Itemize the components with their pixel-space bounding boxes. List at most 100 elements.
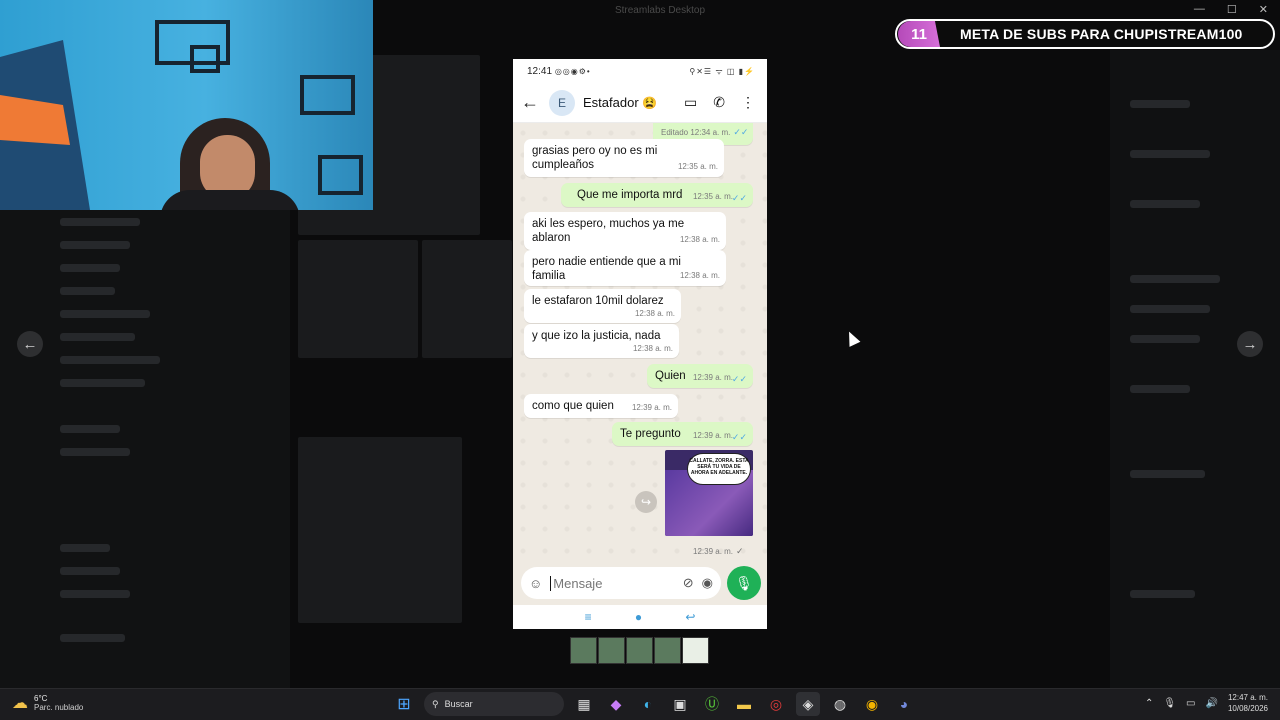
back-arrow-icon[interactable]: ←	[521, 92, 549, 113]
taskbar-apps: ⊞ ⚲ Buscar ▦ ◆ ◐ ▣ Ⓤ ▬ ◎ ◈ ◍ ◉ ◕	[392, 692, 916, 716]
video-call-icon[interactable]: ▭	[684, 94, 697, 111]
home-icon[interactable]: ●	[635, 610, 642, 624]
contact-avatar[interactable]: E	[549, 89, 575, 116]
status-icons-right: ⚲✕☰ ᯤ ◫ ▮⚡	[689, 66, 755, 76]
message-outgoing[interactable]: Que me importa mrd 12:35 a. m. ✓✓	[561, 183, 753, 207]
phone-screenshot: 12:41 ◎◎◉⚙• ⚲✕☰ ᯤ ◫ ▮⚡ ← E Estafador 😫 ▭…	[513, 59, 767, 629]
image-message-meta: 12:39 a. m. ✓	[693, 541, 744, 559]
thumbnail[interactable]	[654, 637, 681, 664]
message-incoming[interactable]: y que izo la justicia, nada 12:38 a. m.	[524, 324, 679, 358]
message-outgoing[interactable]: Te pregunto 12:39 a. m. ✓✓	[612, 422, 753, 446]
weather-temp: 6°C	[34, 694, 48, 703]
message-text: como que quien	[532, 400, 614, 412]
background-panel	[422, 240, 512, 358]
thumbnail[interactable]	[570, 637, 597, 664]
maximize-button[interactable]: ☐	[1227, 3, 1237, 16]
status-time: 12:41	[527, 65, 553, 77]
search-label: Buscar	[444, 699, 473, 709]
system-tray: ⌃ 🎙 ▭ 🔊 12:47 a. m. 10/08/2026	[1145, 692, 1268, 714]
message-incoming[interactable]: como que quien 12:39 a. m.	[524, 394, 678, 418]
subs-goal-widget: 11 META DE SUBS PARA CHUPISTREAM100	[895, 19, 1275, 49]
close-button[interactable]: ✕	[1259, 3, 1268, 16]
phone-call-icon[interactable]: ✆	[713, 94, 725, 111]
steam-icon[interactable]: ◈	[796, 692, 820, 716]
start-icon[interactable]: ⊞	[392, 692, 416, 716]
network-icon[interactable]: ▭	[1186, 698, 1195, 709]
upwork-icon[interactable]: Ⓤ	[700, 692, 724, 716]
copilot-icon[interactable]: ◆	[604, 692, 628, 716]
mouse-cursor-icon	[843, 329, 861, 347]
read-ticks-icon: ✓✓	[731, 193, 747, 203]
message-incoming[interactable]: grasias pero oy no es mi cumpleaños 12:3…	[524, 139, 724, 177]
image-message[interactable]: CALLATE, ZORRA. ESTA SERÁ TU VIDA DE AHO…	[665, 450, 753, 536]
thumbnail[interactable]	[626, 637, 653, 664]
minimize-button[interactable]: —	[1194, 3, 1205, 16]
weather-widget[interactable]: ☁ 6°C Parc. nublado	[12, 693, 83, 713]
contact-name-area[interactable]: Estafador 😫	[583, 95, 684, 110]
search-box[interactable]: ⚲ Buscar	[424, 692, 564, 716]
back-nav-icon[interactable]: ↩	[685, 610, 695, 624]
subs-count: 11	[898, 21, 940, 47]
chrome-icon[interactable]: ◉	[860, 692, 884, 716]
contact-emoji: 😫	[642, 96, 658, 110]
taskbar: ☁ 6°C Parc. nublado ⊞ ⚲ Buscar ▦ ◆ ◐ ▣ Ⓤ…	[0, 688, 1280, 720]
phone-nav-bar: ≡ ● ↩	[513, 605, 767, 629]
clock[interactable]: 12:47 a. m. 10/08/2026	[1228, 692, 1268, 714]
next-arrow-icon[interactable]: →	[1237, 331, 1263, 357]
sticker-icon[interactable]: ☺	[529, 576, 542, 591]
store-icon[interactable]: ▣	[668, 692, 692, 716]
discord-icon[interactable]: ◕	[892, 692, 916, 716]
message-outgoing[interactable]: Quien 12:39 a. m. ✓✓	[647, 364, 753, 388]
background-panel	[298, 240, 418, 358]
sent-tick-icon: ✓	[736, 546, 744, 556]
more-menu-icon[interactable]: ⋮	[741, 94, 755, 111]
image-thumbnails	[570, 637, 709, 664]
recents-icon[interactable]: ≡	[585, 610, 592, 624]
status-icons-left: ◎◎◉⚙•	[554, 66, 591, 76]
message-time: 12:39 a. m.	[692, 431, 733, 440]
chat-area: Editado 12:34 a. m. ✓✓ grasias pero oy no…	[513, 123, 767, 561]
message-text: Te pregunto	[620, 428, 681, 440]
message-time: Editado 12:34 a. m.	[661, 128, 731, 137]
background-sidebar	[0, 210, 290, 688]
previous-arrow-icon[interactable]: ←	[17, 331, 43, 357]
mic-tray-icon[interactable]: 🎙	[1163, 698, 1176, 709]
message-incoming[interactable]: aki les espero, muchos ya me ablaron 12:…	[524, 212, 726, 250]
message-input[interactable]: Mensaje	[550, 575, 674, 591]
message-time: 12:38 a. m.	[634, 309, 675, 318]
edge-icon[interactable]: ◐	[636, 692, 660, 716]
message-text: grasias pero oy no es mi cumpleaños	[532, 145, 658, 171]
chevron-up-icon[interactable]: ⌃	[1145, 698, 1153, 709]
phone-status-bar: 12:41 ◎◎◉⚙• ⚲✕☰ ᯤ ◫ ▮⚡	[513, 59, 767, 83]
weather-icon: ☁	[12, 695, 28, 712]
thumbnail[interactable]	[598, 637, 625, 664]
message-time: 12:39 a. m.	[693, 547, 734, 556]
message-time: 12:35 a. m.	[677, 162, 718, 171]
attach-icon[interactable]: ⊘	[683, 575, 694, 591]
message-time: 12:35 a. m.	[692, 192, 733, 201]
window-controls: — ☐ ✕	[1194, 3, 1268, 16]
file-explorer-icon[interactable]: ▬	[732, 692, 756, 716]
background-panel	[298, 437, 462, 623]
image-caption-text: CALLATE, ZORRA. ESTA SERÁ TU VIDA DE AHO…	[687, 453, 751, 485]
camera-icon[interactable]: ◉	[702, 575, 713, 591]
message-incoming[interactable]: le estafaron 10mil dolarez 12:38 a. m.	[524, 289, 681, 323]
volume-icon[interactable]: 🔊	[1206, 698, 1218, 709]
message-input-pill[interactable]: ☺ Mensaje ⊘ ◉	[521, 567, 721, 599]
mic-icon: 🎙	[735, 574, 753, 591]
message-text: le estafaron 10mil dolarez	[532, 295, 664, 307]
contact-name: Estafador	[583, 95, 639, 110]
chat-header: ← E Estafador 😫 ▭ ✆ ⋮	[513, 83, 767, 123]
mic-button[interactable]: 🎙	[727, 566, 761, 600]
obs-icon[interactable]: ◍	[828, 692, 852, 716]
task-view-icon[interactable]: ▦	[572, 692, 596, 716]
read-ticks-icon: ✓✓	[733, 127, 749, 137]
thumbnail-active[interactable]	[682, 637, 709, 664]
forward-icon[interactable]: ↪	[635, 491, 657, 513]
opera-icon[interactable]: ◎	[764, 692, 788, 716]
window-title: Streamlabs Desktop	[614, 5, 706, 16]
message-time: 12:38 a. m.	[679, 271, 720, 280]
message-incoming[interactable]: pero nadie entiende que a mi familia 12:…	[524, 250, 726, 286]
read-ticks-icon: ✓✓	[731, 432, 747, 442]
message-text: Quien	[655, 370, 686, 382]
